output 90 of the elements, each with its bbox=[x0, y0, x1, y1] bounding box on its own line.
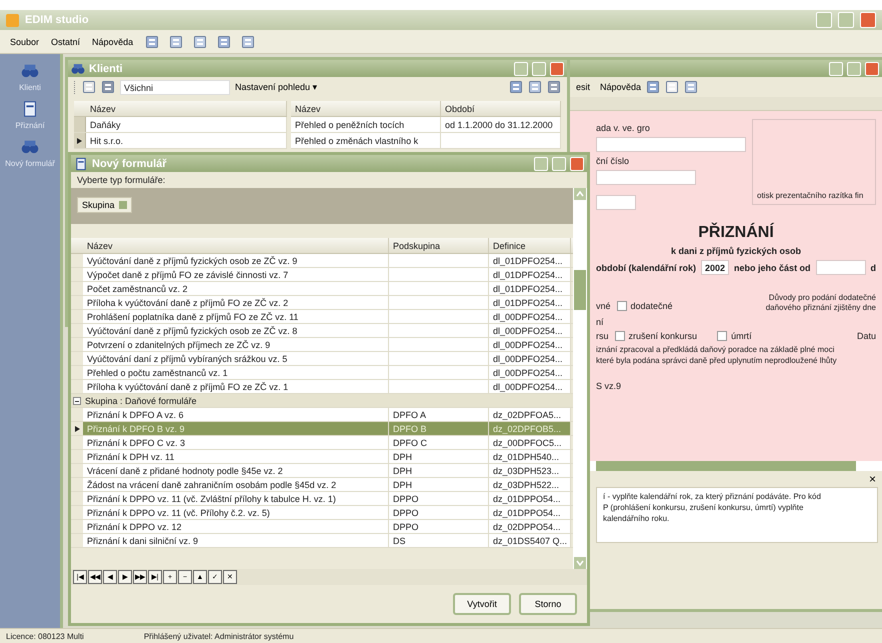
field-label: Datu bbox=[856, 331, 876, 341]
table-cell[interactable]: od 1.1.2000 do 31.12.2000 bbox=[441, 117, 561, 132]
window-title: Nový formulář bbox=[92, 158, 168, 170]
minimize-button[interactable] bbox=[514, 62, 528, 76]
cancel-button[interactable]: Storno bbox=[519, 593, 577, 615]
maximize-button[interactable] bbox=[552, 156, 566, 170]
field-label: nebo jeho část od bbox=[734, 262, 811, 272]
menu-item[interactable]: Soubor bbox=[10, 36, 40, 46]
table-cell[interactable]: Přehled o změnách vlastního k bbox=[291, 133, 441, 148]
toolbar-icon[interactable] bbox=[241, 34, 256, 48]
toolbar-icon[interactable] bbox=[217, 34, 232, 48]
prompt-text: Vyberte typ formuláře: bbox=[76, 174, 166, 187]
maximize-button[interactable] bbox=[532, 62, 546, 76]
checkbox[interactable] bbox=[717, 331, 728, 341]
window-title: Klienti bbox=[89, 62, 124, 74]
form-subheading: k dani z příjmů fyzických osob bbox=[670, 246, 802, 256]
document-icon[interactable] bbox=[74, 156, 88, 170]
input-field[interactable] bbox=[596, 137, 746, 152]
field-label: ční číslo bbox=[596, 156, 630, 166]
input-field[interactable] bbox=[816, 260, 866, 275]
checkbox-label: zrušení konkursu bbox=[628, 331, 698, 341]
toolbar-icon[interactable] bbox=[509, 80, 523, 94]
close-button[interactable]: × bbox=[868, 472, 876, 486]
field-label: S vz.9 bbox=[596, 380, 622, 391]
column-header[interactable]: Podskupina bbox=[389, 238, 489, 253]
close-button[interactable] bbox=[550, 62, 564, 76]
binoculars-icon[interactable] bbox=[21, 138, 39, 156]
field-label: vné bbox=[596, 301, 611, 311]
field-label: ada v. ve. gro bbox=[596, 123, 651, 133]
advisor-text: iznání zpracoval a předkládá daňový poradce na základě plné moci které byla podána správci daně před uplynutím neprodloužené lhůty bbox=[596, 345, 838, 367]
checkbox[interactable] bbox=[616, 301, 627, 311]
column-header[interactable]: Název bbox=[74, 101, 287, 116]
group-label: Skupina : Daňové formuláře bbox=[85, 396, 197, 406]
menu-item[interactable]: Nápověda bbox=[600, 82, 642, 92]
status-text: Přihlášený uživatel: Administrátor systému bbox=[144, 632, 294, 640]
document-icon[interactable] bbox=[21, 100, 39, 118]
close-button[interactable] bbox=[865, 62, 879, 76]
vertical-scrollbar[interactable] bbox=[573, 188, 587, 569]
field-label: rsu bbox=[596, 331, 609, 341]
toolbar-icon[interactable] bbox=[665, 80, 680, 94]
group-chip[interactable]: Skupina bbox=[77, 197, 132, 213]
field-label: d bbox=[870, 262, 876, 272]
toolbar-icon[interactable] bbox=[547, 80, 561, 94]
toolbar-icon[interactable] bbox=[145, 34, 160, 48]
toolbar-icon[interactable] bbox=[684, 80, 698, 94]
app-title: EDIM studio bbox=[25, 14, 90, 26]
input-field[interactable] bbox=[596, 195, 636, 210]
stamp-box: otisk prezentačního razítka fin bbox=[752, 119, 876, 205]
view-settings-button[interactable]: Nastavení pohledu ▾ bbox=[235, 82, 318, 92]
close-button[interactable] bbox=[570, 156, 584, 170]
checkbox-label: úmrtí bbox=[731, 331, 752, 341]
toolbar-icon[interactable] bbox=[193, 34, 208, 48]
menu-item[interactable]: Ostatní bbox=[51, 36, 80, 46]
scroll-down-icon[interactable] bbox=[574, 557, 586, 569]
reasons-text: Důvody pro podání dodatečné daňového přiznání zjištěny dne bbox=[766, 293, 876, 314]
status-text: Licence: 080123 Multi bbox=[6, 632, 84, 640]
field-label: období (kalendářní rok) bbox=[596, 262, 696, 272]
input-field[interactable] bbox=[596, 170, 696, 185]
menu-item[interactable]: esit bbox=[576, 82, 590, 92]
help-text: í - vyplňte kalendářní rok, za který přiznání podáváte. Pro kód P (prohlášení konkursu, zrušení konkursu, úmrtí) vyplňte kalendářního roku. bbox=[596, 487, 878, 543]
toolbar-icon[interactable] bbox=[528, 80, 542, 94]
column-header[interactable]: Období bbox=[441, 101, 561, 116]
group-row[interactable]: Skupina : Daňové formuláře bbox=[71, 394, 573, 408]
toolbar-icon[interactable] bbox=[646, 80, 660, 94]
maximize-button[interactable] bbox=[838, 12, 854, 28]
year-field[interactable]: 2002 bbox=[701, 260, 730, 275]
column-header[interactable]: Název bbox=[83, 238, 389, 253]
row-indicator[interactable] bbox=[74, 133, 86, 148]
form-heading: PŘIZNÁNÍ bbox=[697, 224, 775, 242]
binoculars-icon[interactable] bbox=[71, 62, 85, 76]
menu-item[interactable]: Nápověda bbox=[92, 36, 134, 46]
expand-icon[interactable] bbox=[73, 396, 81, 404]
maximize-button[interactable] bbox=[847, 62, 861, 76]
minimize-button[interactable] bbox=[816, 12, 832, 28]
column-header[interactable]: Název bbox=[291, 101, 441, 116]
scrollbar-thumb[interactable] bbox=[574, 270, 586, 310]
create-button[interactable]: Vytvořit bbox=[453, 593, 511, 615]
checkbox[interactable] bbox=[614, 331, 625, 341]
scroll-up-icon[interactable] bbox=[574, 188, 586, 200]
app-logo-icon bbox=[6, 14, 19, 26]
filter-field[interactable]: Všichni bbox=[120, 80, 230, 94]
close-button[interactable] bbox=[860, 12, 876, 28]
checkbox-label: dodatečné bbox=[630, 301, 673, 311]
field-label: ní bbox=[596, 317, 605, 327]
minimize-button[interactable] bbox=[534, 156, 548, 170]
minimize-button[interactable] bbox=[829, 62, 843, 76]
binoculars-icon[interactable] bbox=[21, 62, 39, 80]
table-cell[interactable]: Přehled o peněžních tocích bbox=[291, 117, 441, 132]
column-header[interactable]: Definice bbox=[489, 238, 571, 253]
toolbar-icon[interactable] bbox=[169, 34, 184, 48]
